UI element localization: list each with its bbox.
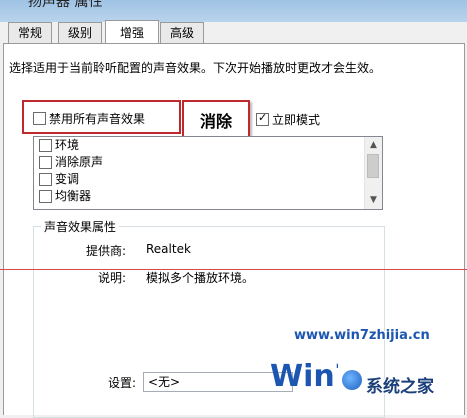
- effect-checkbox[interactable]: [39, 173, 52, 186]
- provider-value: Realtek: [146, 242, 191, 256]
- provider-label: 提供商:: [85, 244, 126, 258]
- effects-list[interactable]: 环境 消除原声 变调 均衡器 ▲ ▼: [33, 136, 383, 210]
- scrollbar-thumb[interactable]: [367, 154, 379, 178]
- effect-properties-title: 声音效果属性: [41, 218, 120, 235]
- effect-checkbox[interactable]: [39, 190, 52, 203]
- effect-label: 变调: [55, 172, 80, 186]
- description-label: 说明:: [97, 271, 126, 285]
- effect-label: 环境: [55, 138, 80, 152]
- effect-checkbox[interactable]: [39, 139, 52, 152]
- title-bar: 扬声器 属性: [0, 0, 467, 22]
- tab-advanced[interactable]: 高级: [160, 22, 204, 43]
- tab-enhancements[interactable]: 增强: [105, 20, 159, 43]
- description-value: 模拟多个播放环境。: [146, 271, 255, 285]
- effect-item-pitch-shift[interactable]: 变调: [34, 171, 382, 188]
- effect-item-environment[interactable]: 环境: [34, 137, 382, 154]
- watermark-site-name: 系统之家: [366, 377, 434, 397]
- effects-scrollbar[interactable]: ▲ ▼: [364, 137, 382, 209]
- immediate-mode-option[interactable]: 立即模式: [256, 111, 320, 128]
- immediate-mode-checkbox[interactable]: [256, 111, 269, 126]
- disable-all-highlight: 禁用所有声音效果: [22, 100, 181, 134]
- immediate-mode-label: 立即模式: [272, 113, 321, 127]
- chevron-up-icon[interactable]: ▲: [365, 137, 382, 154]
- tab-strip: 常规 级别 增强 高级: [0, 20, 467, 44]
- watermark-logo-text: Win7: [270, 359, 338, 394]
- effect-item-equalizer[interactable]: 均衡器: [34, 188, 382, 205]
- disable-all-option[interactable]: 禁用所有声音效果: [33, 110, 145, 127]
- effect-item-voice-cancel[interactable]: 消除原声: [34, 154, 382, 171]
- effect-label: 消除原声: [55, 155, 104, 169]
- tab-levels[interactable]: 级别: [58, 22, 102, 43]
- effect-label: 均衡器: [55, 189, 92, 203]
- watermark-logo-icon: Win7: [270, 359, 338, 394]
- enhancements-description: 选择适用于当前聆听配置的声音效果。下次开始播放时更改才会生效。: [9, 61, 382, 75]
- chevron-down-icon[interactable]: ▼: [365, 192, 382, 209]
- tab-general[interactable]: 常规: [8, 22, 52, 43]
- clear-callout-text: 消除: [199, 112, 232, 131]
- watermark-globe-icon: [342, 370, 362, 390]
- disable-all-checkbox[interactable]: [33, 112, 46, 125]
- clear-callout: 消除: [182, 100, 250, 138]
- window-title: 扬声器 属性: [28, 0, 103, 10]
- setting-label: 设置:: [107, 376, 136, 390]
- disable-all-label: 禁用所有声音效果: [49, 112, 146, 126]
- effect-checkbox[interactable]: [39, 156, 52, 169]
- watermark-url: www.win7zhijia.cn: [294, 328, 430, 343]
